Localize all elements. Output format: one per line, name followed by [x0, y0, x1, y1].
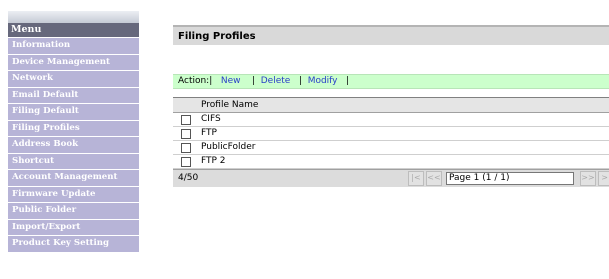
sidebar-item-network[interactable]: Network [8, 70, 139, 87]
sidebar-item-filing-profiles[interactable]: Filing Profiles [8, 119, 139, 136]
profile-name: FTP 2 [201, 156, 226, 166]
delete-button[interactable]: Delete [261, 75, 291, 88]
row-checkbox[interactable] [181, 157, 191, 167]
sidebar-item-filing-default[interactable]: Filing Default [8, 103, 139, 120]
page-input[interactable]: Page 1 (1 / 1) [446, 172, 574, 185]
title-bar: Filing Profiles [173, 25, 609, 45]
action-label: Action:| [178, 76, 213, 86]
sidebar-item-shortcut[interactable]: Shortcut [8, 152, 139, 169]
sidebar-item-email-default[interactable]: Email Default [8, 86, 139, 103]
pagination: |< << Page 1 (1 / 1) >> >| [408, 171, 609, 186]
first-page-button[interactable]: |< [408, 171, 424, 186]
menu-header: Menu [8, 23, 139, 37]
sidebar-item-firmware-update[interactable]: Firmware Update [8, 185, 139, 202]
sidebar-item-device-management[interactable]: Device Management [8, 53, 139, 70]
row-checkbox[interactable] [181, 115, 191, 125]
modify-button[interactable]: Modify [308, 75, 338, 88]
sidebar-item-import-export[interactable]: Import/Export [8, 218, 139, 235]
row-checkbox[interactable] [181, 143, 191, 153]
sidebar-menu: Menu Information Device Management Netwo… [8, 23, 139, 252]
sidebar-item-account-management[interactable]: Account Management [8, 169, 139, 186]
separator: | [251, 76, 255, 86]
profile-name: PublicFolder [201, 142, 256, 152]
profiles-table: Profile Name CIFS FTP PublicFolder FTP 2… [173, 97, 609, 187]
action-bar: Action:| New | Delete | Modify | [173, 74, 609, 89]
separator: | [298, 76, 302, 86]
sidebar-item-information[interactable]: Information [8, 37, 139, 54]
profile-name: CIFS [201, 114, 221, 124]
sidebar-item-public-folder[interactable]: Public Folder [8, 202, 139, 219]
sidebar-item-product-key-setting[interactable]: Product Key Setting [8, 235, 139, 252]
next-page-button[interactable]: >> [580, 171, 596, 186]
table-footer: 4/50 |< << Page 1 (1 / 1) >> >| [173, 169, 609, 187]
last-page-button[interactable]: >| [598, 171, 609, 186]
previous-page-button[interactable]: << [426, 171, 442, 186]
row-checkbox[interactable] [181, 129, 191, 139]
table-row: FTP 2 [173, 155, 609, 169]
sidebar-item-address-book[interactable]: Address Book [8, 136, 139, 153]
column-header-profile-name: Profile Name [173, 98, 609, 113]
table-row: CIFS [173, 113, 609, 127]
profile-name: FTP [201, 128, 217, 138]
table-row: FTP [173, 127, 609, 141]
new-button[interactable]: New [221, 75, 241, 88]
page-title: Filing Profiles [178, 31, 256, 42]
profile-count: 4/50 [178, 173, 199, 183]
separator: | [346, 76, 350, 86]
sidebar-top-gradient [8, 11, 139, 23]
table-row: PublicFolder [173, 141, 609, 155]
